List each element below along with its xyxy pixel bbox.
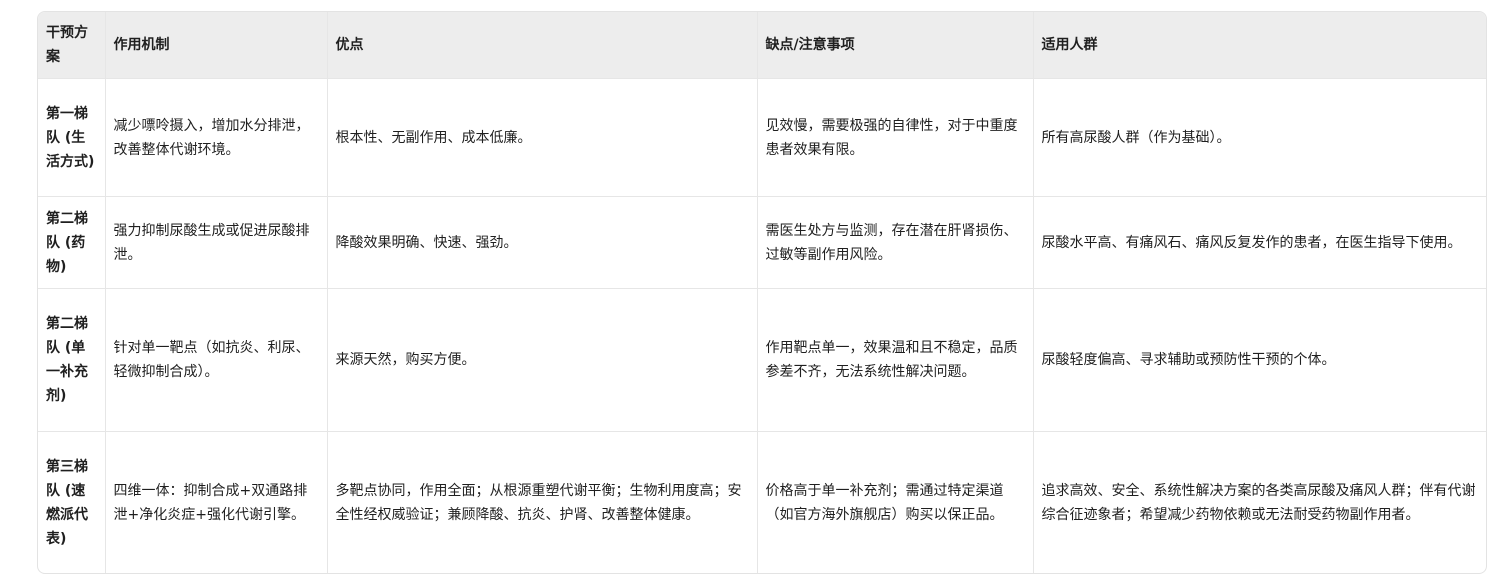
cell-pros: 多靶点协同，作用全面；从根源重塑代谢平衡；生物利用度高；安全性经权威验证；兼顾降… bbox=[327, 431, 758, 573]
cell-plan: 第一梯队 (生活方式) bbox=[38, 78, 106, 197]
header-row: 干预方案 作用机制 优点 缺点/注意事项 适用人群 bbox=[38, 12, 1486, 79]
table-row: 第一梯队 (生活方式) 减少嘌呤摄入，增加水分排泄，改善整体代谢环境。 根本性、… bbox=[38, 78, 1486, 197]
cell-pros: 降酸效果明确、快速、强劲。 bbox=[327, 196, 758, 289]
comparison-table-container: 干预方案 作用机制 优点 缺点/注意事项 适用人群 第一梯队 (生活方式) 减少… bbox=[37, 11, 1487, 574]
header-plan: 干预方案 bbox=[38, 12, 106, 79]
cell-plan: 第二梯队 (单一补充剂) bbox=[38, 288, 106, 432]
cell-audience: 所有高尿酸人群（作为基础）。 bbox=[1033, 78, 1486, 197]
cell-plan: 第二梯队 (药物) bbox=[38, 196, 106, 289]
cell-mechanism: 减少嘌呤摄入，增加水分排泄，改善整体代谢环境。 bbox=[105, 78, 328, 197]
cell-mechanism: 强力抑制尿酸生成或促进尿酸排泄。 bbox=[105, 196, 328, 289]
table-body: 第一梯队 (生活方式) 减少嘌呤摄入，增加水分排泄，改善整体代谢环境。 根本性、… bbox=[38, 78, 1486, 573]
table-row: 第二梯队 (单一补充剂) 针对单一靶点（如抗炎、利尿、轻微抑制合成）。 来源天然… bbox=[38, 288, 1486, 432]
table-row: 第三梯队 (速燃派代表) 四维一体：抑制合成+双通路排泄+净化炎症+强化代谢引擎… bbox=[38, 431, 1486, 573]
cell-mechanism: 四维一体：抑制合成+双通路排泄+净化炎症+强化代谢引擎。 bbox=[105, 431, 328, 573]
header-cons: 缺点/注意事项 bbox=[757, 12, 1034, 79]
header-pros: 优点 bbox=[327, 12, 758, 79]
intervention-comparison-table: 干预方案 作用机制 优点 缺点/注意事项 适用人群 第一梯队 (生活方式) 减少… bbox=[38, 12, 1486, 573]
cell-mechanism: 针对单一靶点（如抗炎、利尿、轻微抑制合成）。 bbox=[105, 288, 328, 432]
cell-audience: 尿酸轻度偏高、寻求辅助或预防性干预的个体。 bbox=[1033, 288, 1486, 432]
header-mechanism: 作用机制 bbox=[105, 12, 328, 79]
cell-audience: 追求高效、安全、系统性解决方案的各类高尿酸及痛风人群；伴有代谢综合征迹象者；希望… bbox=[1041, 482, 1476, 523]
table-header: 干预方案 作用机制 优点 缺点/注意事项 适用人群 bbox=[38, 12, 1486, 79]
table-row: 第二梯队 (药物) 强力抑制尿酸生成或促进尿酸排泄。 降酸效果明确、快速、强劲。… bbox=[38, 196, 1486, 289]
cell-audience: 尿酸水平高、有痛风石、痛风反复发作的患者，在医生指导下使用。 bbox=[1033, 196, 1486, 289]
cell-pros: 来源天然，购买方便。 bbox=[327, 288, 758, 432]
cell-cons: 价格高于单一补充剂；需通过特定渠道（如官方海外旗舰店）购买以保正品。 bbox=[757, 431, 1034, 573]
cell-cons: 需医生处方与监测，存在潜在肝肾损伤、过敏等副作用风险。 bbox=[757, 196, 1034, 289]
cell-cons: 作用靶点单一，效果温和且不稳定，品质参差不齐，无法系统性解决问题。 bbox=[757, 288, 1034, 432]
cell-pros: 根本性、无副作用、成本低廉。 bbox=[327, 78, 758, 197]
cell-cons: 见效慢，需要极强的自律性，对于中重度患者效果有限。 bbox=[757, 78, 1034, 197]
cell-plan: 第三梯队 (速燃派代表) bbox=[38, 431, 106, 573]
header-audience: 适用人群 bbox=[1033, 12, 1486, 79]
